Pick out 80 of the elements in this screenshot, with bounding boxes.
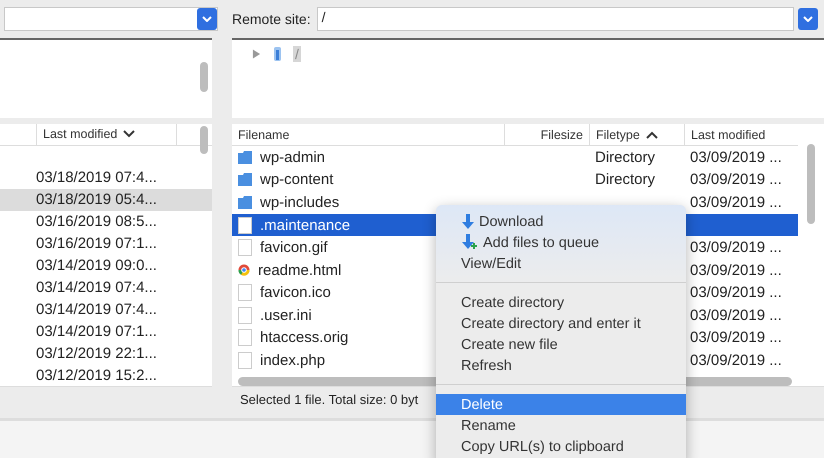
chevron-down-icon (202, 16, 212, 22)
date-cell-text: 03/09/2019 ... (689, 262, 783, 279)
date-cell-text: 03/09/2019 ... (689, 306, 783, 324)
filename-cell[interactable]: htaccess.orig (260, 329, 348, 346)
date-cell-text: 03/14/2019 07:4... (35, 278, 158, 296)
filename-cell[interactable]: wp-admin (260, 148, 326, 166)
column-header[interactable]: Last modified (36, 124, 176, 144)
filetype-cell-text: Directory (594, 171, 656, 188)
date-cell-text: 03/09/2019 ... (689, 284, 783, 302)
menu-item[interactable]: Refresh (436, 355, 686, 376)
date-cell-text: 03/09/2019 ... (689, 352, 783, 369)
date-cell-text: 03/09/2019 ... (689, 329, 783, 346)
file-icon (238, 306, 252, 324)
folder-icon (238, 196, 252, 209)
add-download-icon (461, 234, 479, 251)
scrollbar[interactable] (200, 126, 208, 154)
menu-item[interactable]: Copy URL(s) to clipboard (436, 436, 686, 457)
column-header[interactable]: Filename (232, 124, 504, 146)
date-cell-text: 03/09/2019 ... (689, 239, 783, 256)
status-text: Selected 1 file. Total size: 0 byt (240, 392, 418, 407)
date-cell-text: 03/09/2019 ... (689, 194, 783, 211)
server-icon (271, 46, 283, 62)
date-cell-text: 03/12/2019 22:1... (35, 344, 158, 362)
file-row[interactable]: 03/12/2019 22:1... (0, 342, 212, 364)
date-cell-text: 03/14/2019 07:1... (35, 322, 158, 340)
file-row[interactable]: 03/12/2019 15:2... (0, 364, 212, 386)
folder-icon (238, 150, 252, 164)
remote-site-label: Remote site: (232, 11, 311, 27)
menu-item[interactable]: Create directory (436, 292, 686, 313)
file-row[interactable]: 03/14/2019 07:4... (0, 298, 212, 320)
file-row[interactable]: 03/18/2019 07:4... (0, 166, 212, 189)
date-cell-text: 03/09/2019 ... (689, 148, 783, 166)
menu-item[interactable]: Download (436, 211, 686, 232)
filename-cell[interactable]: index.php (260, 352, 326, 369)
file-row[interactable]: 03/14/2019 09:0... (0, 254, 212, 276)
globe-icon (238, 264, 250, 276)
dropdown-button[interactable] (197, 8, 217, 30)
column-header[interactable]: Filesize (504, 124, 589, 146)
local-site-field[interactable] (4, 7, 218, 31)
remote-site-field[interactable]: / (316, 7, 794, 31)
file-icon (238, 239, 252, 256)
date-cell-text: 03/12/2019 15:2... (35, 366, 158, 384)
file-row[interactable]: 03/16/2019 08:5... (0, 210, 212, 233)
date-cell-text: 03/16/2019 08:5... (35, 213, 158, 230)
filename-cell[interactable]: wp-content (260, 171, 334, 188)
chevron-down-icon (803, 16, 813, 22)
filetype-cell-text: Directory (594, 148, 656, 166)
menu-item[interactable]: Add files to queue (436, 232, 686, 253)
menu-item[interactable]: Delete (436, 394, 686, 415)
menu-item[interactable]: Create new file (436, 334, 686, 355)
date-cell-text: 03/16/2019 07:1... (35, 235, 158, 252)
file-icon (238, 329, 252, 346)
download-icon (461, 214, 475, 230)
file-icon (238, 352, 252, 369)
filename-cell[interactable]: favicon.ico (260, 284, 331, 302)
filename-cell[interactable]: wp-includes (260, 194, 340, 211)
date-cell-text: 03/14/2019 09:0... (35, 257, 158, 274)
folder-icon (238, 173, 252, 186)
filename-cell[interactable]: readme.html (258, 262, 342, 279)
filename-cell[interactable]: .user.ini (260, 306, 312, 324)
dropdown-button[interactable] (798, 8, 818, 30)
filename-cell[interactable]: .maintenance (260, 216, 350, 234)
expand-arrow-icon[interactable] (252, 49, 261, 59)
date-cell-text: 03/18/2019 07:4... (35, 169, 158, 186)
file-icon (238, 216, 252, 234)
scrollbar[interactable] (200, 62, 208, 92)
scrollbar[interactable] (807, 144, 815, 224)
date-cell-text: 03/09/2019 ... (689, 171, 783, 188)
filename-cell[interactable]: favicon.gif (260, 239, 328, 256)
file-row[interactable]: 03/16/2019 07:1... (0, 232, 212, 255)
menu-item[interactable]: Create directory and enter it (436, 313, 686, 334)
file-row[interactable]: 03/18/2019 05:4... (0, 188, 212, 211)
menu-item[interactable]: Rename (436, 415, 686, 436)
date-cell-text: 03/14/2019 07:4... (35, 300, 158, 318)
column-header[interactable]: Filetype (589, 124, 684, 146)
file-icon (238, 284, 252, 302)
file-row[interactable]: 03/14/2019 07:1... (0, 320, 212, 342)
menu-item[interactable]: View/Edit (436, 253, 686, 274)
date-cell-text: 03/18/2019 05:4... (35, 191, 158, 208)
file-row[interactable]: 03/14/2019 07:4... (0, 276, 212, 298)
